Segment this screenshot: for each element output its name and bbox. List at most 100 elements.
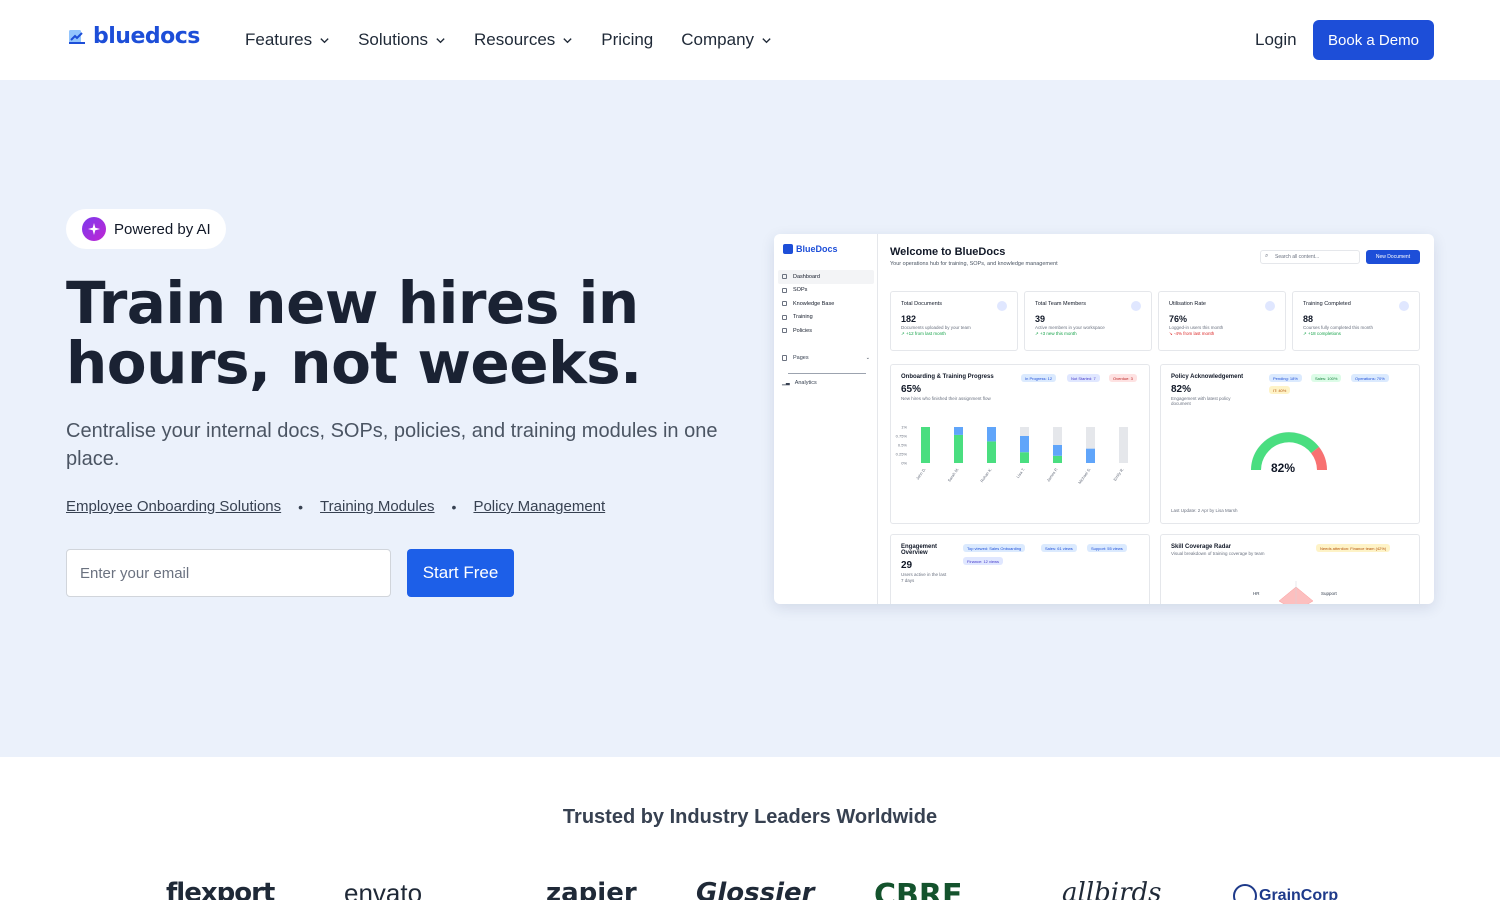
nav-company[interactable]: Company <box>681 28 772 52</box>
sidebar-item-knowledge-base: Knowledge Base <box>778 297 874 311</box>
dashboard-search-placeholder: Search all content... <box>1275 254 1320 260</box>
nav-company-label: Company <box>681 30 755 49</box>
stat-value: 182 <box>901 314 917 324</box>
headline-line-1: Train new hires in <box>66 269 639 337</box>
sidebar-list: Dashboard SOPs Knowledge Base Training P… <box>778 270 874 338</box>
page-icon <box>782 355 787 361</box>
status-chip: Pending: 18% <box>1269 374 1302 382</box>
x-tick-label: Lisa T. <box>1015 467 1026 479</box>
nav-pricing[interactable]: Pricing <box>601 28 653 52</box>
start-free-button[interactable]: Start Free <box>407 549 514 597</box>
search-icon: ⌕ <box>1265 253 1269 259</box>
bar-segment <box>1086 427 1095 449</box>
graincorp-emblem-icon <box>1233 884 1257 900</box>
dashboard-logo-text: BlueDocs <box>796 244 838 254</box>
stat-desc: Courses fully completed this month <box>1303 325 1374 330</box>
graduation-cap-icon <box>1399 301 1409 311</box>
y-tick-label: 0.5% <box>898 443 908 448</box>
trusted-heading: Trusted by Industry Leaders Worldwide <box>562 806 938 828</box>
card-desc: New hires who finished their assignment … <box>901 396 991 401</box>
link-onboarding-solutions[interactable]: Employee Onboarding Solutions <box>66 498 281 515</box>
hero-section: Powered by AI Train new hires in hours, … <box>0 80 1500 757</box>
status-chip: Support: 55 views <box>1087 544 1127 552</box>
chevron-down-icon <box>762 37 771 43</box>
nav-features[interactable]: Features <box>245 28 330 52</box>
onboarding-bar-chart: 1% 0.75% 0.5% 0.25% 0% John D. Sarah M. Rohan K… <box>896 425 1128 485</box>
dashboard-main: Welcome to BlueDocs Your operations hub … <box>878 234 1434 604</box>
sidebar-pages: Pages ⌄ <box>778 352 870 364</box>
status-chip: Top viewed: Sales Onboarding <box>963 544 1026 552</box>
stat-value: 88 <box>1303 314 1314 324</box>
dashboard-sidebar: BlueDocs Dashboard SOPs Knowledge Base T… <box>774 234 878 604</box>
nav-resources[interactable]: Resources <box>474 28 573 52</box>
email-input[interactable] <box>66 549 391 597</box>
status-chip: IT: 40% <box>1269 386 1291 394</box>
bar-segment <box>1086 448 1095 463</box>
sidebar-item-label: SOPs <box>793 287 808 294</box>
radar-label: HR <box>1253 591 1260 596</box>
stat-value: 76% <box>1169 314 1188 324</box>
nav-solutions-label: Solutions <box>358 30 429 49</box>
stat-label: Total Documents <box>901 301 942 307</box>
hero-headline: Train new hires in hours, not weeks. <box>66 273 766 393</box>
x-tick-label: Sarah M. <box>946 467 959 483</box>
radar-label: Support <box>1321 591 1337 596</box>
stat-value: 39 <box>1035 314 1046 324</box>
logo-glossier: Glossier <box>696 878 815 900</box>
chevron-down-icon <box>436 37 445 43</box>
bar-segment <box>1020 452 1029 463</box>
document-icon <box>782 287 787 293</box>
sidebar-item-policies: Policies <box>778 324 874 338</box>
engagement-overview-card: Engagement Overview 29 Users active in t… <box>890 534 1150 604</box>
link-training-modules[interactable]: Training Modules <box>320 498 435 515</box>
skill-coverage-radar-card: Skill Coverage Radar Visual breakdown of… <box>1160 534 1420 604</box>
separator-dot: • <box>298 498 304 515</box>
nav-solutions[interactable]: Solutions <box>358 28 446 52</box>
bar-segment <box>1020 427 1029 436</box>
stat-desc: Active members in your workspace <box>1035 325 1105 330</box>
powered-by-ai-badge: Powered by AI <box>66 209 226 249</box>
brand-name: bluedocs <box>93 24 200 49</box>
chevron-down-icon: ⌄ <box>865 355 870 361</box>
sidebar-item-training: Training <box>778 311 874 325</box>
y-tick-label: 0.75% <box>896 434 908 439</box>
badge-label: Powered by AI <box>114 220 211 238</box>
y-tick-label: 0.25% <box>896 452 908 457</box>
card-title: Onboarding & Training Progress <box>901 374 994 380</box>
card-desc: Users active in the last <box>901 572 947 577</box>
x-tick-label: James P. <box>1045 467 1058 483</box>
sidebar-item-label: Training <box>793 314 813 321</box>
stat-desc: Logged-in users this month <box>1169 325 1224 330</box>
nav-resources-label: Resources <box>474 30 556 49</box>
login-link[interactable]: Login <box>1255 30 1297 50</box>
sidebar-item-label: Dashboard <box>793 273 820 280</box>
book-demo-button[interactable]: Book a Demo <box>1313 20 1434 60</box>
stat-label: Utilisation Rate <box>1169 301 1206 307</box>
hero-links: Employee Onboarding Solutions • Training… <box>66 498 605 515</box>
stat-delta: ↗ +12 from last month <box>901 331 946 336</box>
logo-graincorp-text: GrainCorp <box>1259 887 1339 900</box>
stat-card: Training Completed 88 Courses fully comp… <box>1292 291 1420 351</box>
stat-card: Total Documents 182 Documents uploaded b… <box>890 291 1018 351</box>
top-nav: bluedocs Features Solutions Resources Pr… <box>0 0 1500 80</box>
x-tick-label: Emily R. <box>1112 467 1125 482</box>
card-desc: 7 days <box>901 578 915 583</box>
status-chip: Sales: 100% <box>1311 374 1342 382</box>
new-document-button: New Document <box>1366 250 1420 264</box>
bar-segment <box>954 434 963 463</box>
nav-links: Features Solutions Resources Pricing Com… <box>245 28 800 52</box>
sparkle-icon <box>82 217 106 241</box>
logo-mark-icon <box>69 29 85 44</box>
status-chip: Finance: 12 views <box>963 557 1004 565</box>
link-policy-management[interactable]: Policy Management <box>473 498 605 515</box>
brand-logo[interactable]: bluedocs <box>67 24 200 49</box>
sidebar-item-label: Knowledge Base <box>793 300 835 307</box>
dashboard-preview: BlueDocs Dashboard SOPs Knowledge Base T… <box>774 234 1434 604</box>
bar-segment <box>921 427 930 463</box>
bar-chart-icon: ▁▃ <box>782 380 790 386</box>
dashboard-logo-icon <box>783 244 793 254</box>
bar-segment <box>1053 455 1062 463</box>
sidebar-pages-label: Pages <box>793 355 809 361</box>
status-chip: Not Started: 7 <box>1067 374 1100 382</box>
card-footer: Last Update: 2 Apr by Lisa Marsh <box>1171 508 1238 513</box>
